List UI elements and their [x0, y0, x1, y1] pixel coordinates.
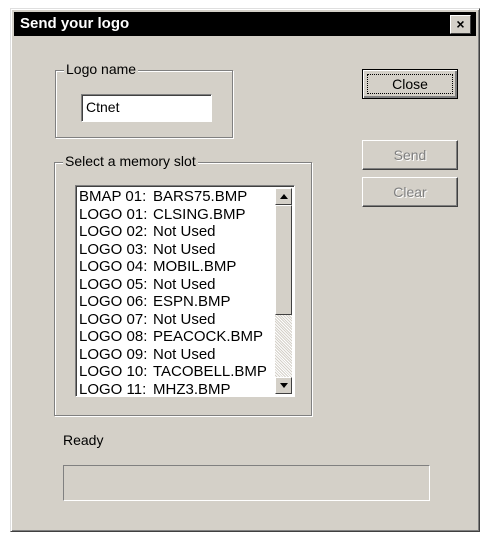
window-close-icon[interactable]: × — [450, 15, 471, 34]
slot-label: LOGO 06: — [79, 293, 148, 310]
send-button[interactable]: Send — [362, 140, 458, 170]
list-item[interactable]: LOGO 10: TACOBELL.BMP — [79, 363, 274, 381]
list-item[interactable]: LOGO 11: MHZ3.BMP — [79, 380, 274, 397]
slot-label: LOGO 01: — [79, 205, 148, 223]
list-item[interactable]: LOGO 08: PEACOCK.BMP — [79, 328, 274, 346]
slot-label: BMAP 01: — [79, 188, 147, 205]
slot-label: LOGO 10: — [79, 363, 148, 380]
slot-file: CLSING.BMP — [153, 205, 246, 223]
slot-label: LOGO 08: — [79, 328, 148, 345]
list-item[interactable]: LOGO 06: ESPN.BMP — [79, 293, 274, 311]
memory-slot-scrollbar[interactable] — [275, 188, 292, 394]
slot-label: LOGO 07: — [79, 310, 148, 328]
window-title: Send your logo — [20, 15, 130, 32]
memory-slot-listbox[interactable]: BMAP 01: BARS75.BMP LOGO 01: CLSING.BMP LOGO… — [75, 185, 295, 397]
slot-label: LOGO 09: — [79, 345, 148, 363]
close-button-focus-rect — [367, 74, 453, 94]
logo-name-group: Logo name Ctnet — [55, 61, 233, 138]
list-item[interactable]: BMAP 01: BARS75.BMP — [79, 188, 274, 206]
memory-slot-items: BMAP 01: BARS75.BMP LOGO 01: CLSING.BMP LOGO… — [79, 188, 274, 397]
list-item[interactable]: LOGO 09: Not Used — [79, 346, 274, 364]
scroll-down-arrow-icon — [280, 383, 288, 388]
slot-file: TACOBELL.BMP — [153, 363, 267, 380]
list-item[interactable]: LOGO 03: Not Used — [79, 241, 274, 259]
slot-file: ESPN.BMP — [153, 293, 231, 310]
logo-name-input[interactable]: Ctnet — [81, 94, 212, 122]
status-text: Ready — [63, 432, 104, 448]
slot-label: LOGO 02: — [79, 223, 148, 240]
memory-slot-legend: Select a memory slot — [63, 153, 198, 169]
list-item[interactable]: LOGO 02: Not Used — [79, 223, 274, 241]
progress-bar — [63, 465, 430, 501]
slot-file: PEACOCK.BMP — [153, 328, 264, 345]
slot-file: Not Used — [153, 310, 216, 328]
close-button[interactable]: Close — [362, 69, 458, 99]
scroll-down-button[interactable] — [275, 377, 292, 394]
list-item[interactable]: LOGO 07: Not Used — [79, 311, 274, 329]
slot-label: LOGO 05: — [79, 275, 148, 293]
list-item[interactable]: LOGO 01: CLSING.BMP — [79, 206, 274, 224]
clear-button[interactable]: Clear — [362, 177, 458, 207]
slot-file: MOBIL.BMP — [153, 258, 237, 275]
list-item[interactable]: LOGO 04: MOBIL.BMP — [79, 258, 274, 276]
slot-file: MHZ3.BMP — [153, 380, 231, 397]
title-bar[interactable]: Send your logo × — [14, 12, 476, 36]
slot-file: Not Used — [153, 275, 216, 293]
list-item[interactable]: LOGO 05: Not Used — [79, 276, 274, 294]
slot-label: LOGO 11: — [79, 380, 147, 397]
logo-name-legend: Logo name — [64, 61, 139, 77]
slot-label: LOGO 04: — [79, 258, 148, 275]
slot-file: Not Used — [153, 223, 216, 240]
scroll-up-arrow-icon — [280, 194, 288, 199]
slot-file: Not Used — [153, 240, 216, 258]
memory-slot-group: Select a memory slot BMAP 01: BARS75.BMP L… — [54, 153, 312, 416]
slot-file: BARS75.BMP — [153, 188, 248, 205]
send-logo-dialog: Send your logo × Logo name Ctnet Close S… — [10, 8, 480, 532]
scroll-thumb[interactable] — [275, 205, 292, 315]
scroll-up-button[interactable] — [275, 188, 292, 205]
slot-label: LOGO 03: — [79, 240, 148, 258]
slot-file: Not Used — [153, 345, 216, 363]
